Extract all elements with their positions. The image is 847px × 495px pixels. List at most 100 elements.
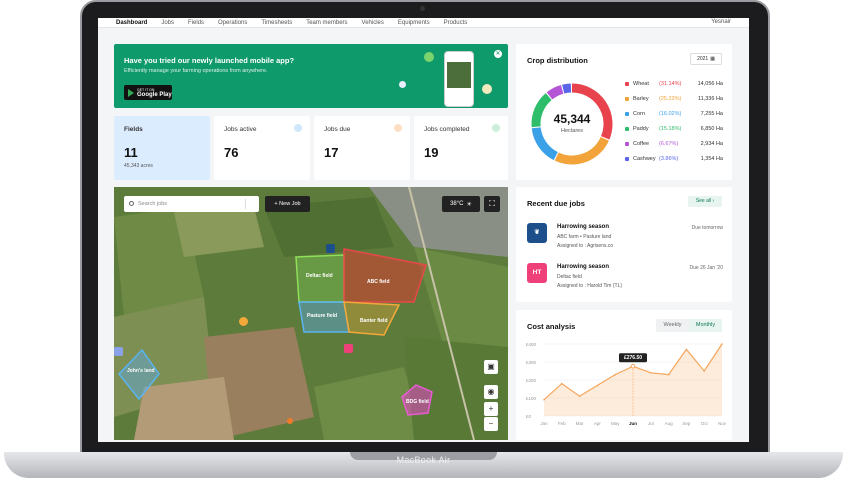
period-toggle: Weekly Monthly <box>656 319 722 332</box>
crop-row: Cashwey (3.86%) 1,354 Ha <box>625 156 723 162</box>
panel-title: Recent due jobs <box>527 199 585 208</box>
data-point[interactable] <box>578 395 581 397</box>
stat-label: Jobs completed <box>424 126 470 133</box>
decor-bubble <box>424 52 434 62</box>
data-point[interactable] <box>561 382 563 385</box>
user-name[interactable]: Yesnair <box>711 18 731 26</box>
sun-icon: ☀ <box>466 201 472 208</box>
weather-pin-icon[interactable] <box>239 317 248 326</box>
stat-jobs-active[interactable]: Jobs active 76 <box>214 116 310 180</box>
nav-item-jobs[interactable]: Jobs <box>161 19 174 27</box>
job-pin-icon[interactable] <box>287 418 293 424</box>
stat-value: 17 <box>324 145 339 160</box>
close-icon[interactable]: ✕ <box>494 50 502 58</box>
zoom-in-button[interactable]: + <box>484 402 498 416</box>
layers-icon[interactable]: ▣ <box>484 360 498 374</box>
zoom-out-button[interactable]: − <box>484 417 498 431</box>
stat-value: 11 <box>124 145 138 160</box>
crop-row: Corn (16.02%) 7,255 Ha <box>625 111 723 117</box>
play-icon <box>128 88 134 97</box>
new-job-label: New Job <box>279 201 301 207</box>
x-tick-label: May <box>611 421 620 426</box>
nav-item-equipments[interactable]: Equipments <box>398 19 430 27</box>
nav-item-operations[interactable]: Operations <box>218 19 247 27</box>
field-map[interactable]: Deltac field ABC field Pasture field Ban… <box>114 187 508 440</box>
google-play-button[interactable]: GET IT ON Google Play <box>124 85 172 100</box>
job-item[interactable]: ❦ Harrowing season ABC farm • Pasture la… <box>527 223 723 253</box>
leaf-icon: ❦ <box>527 223 547 243</box>
data-point[interactable] <box>703 370 705 372</box>
year-value: 2021 <box>697 56 709 62</box>
x-tick-label: Feb <box>558 421 566 426</box>
tab-monthly[interactable]: Monthly <box>689 319 722 332</box>
job-assignee: Assigned to : Harold Tim (TL) <box>557 283 623 289</box>
map-field-label[interactable]: Deltac field <box>306 273 333 279</box>
year-select[interactable]: 2021 ▦ <box>690 53 722 65</box>
new-job-button[interactable]: + New Job <box>265 196 310 212</box>
data-point[interactable] <box>596 384 599 387</box>
x-tick-label: Oct <box>701 421 709 426</box>
nav-item-fields[interactable]: Fields <box>188 19 204 27</box>
job-pin-icon[interactable] <box>114 347 123 356</box>
data-point[interactable] <box>721 343 723 345</box>
data-point[interactable] <box>543 399 545 401</box>
stat-jobs-completed[interactable]: Jobs completed 19 <box>414 116 508 180</box>
crop-row: Wheat (31.14%) 14,056 Ha <box>625 81 723 87</box>
check-icon <box>492 124 500 132</box>
filter-icon[interactable] <box>245 199 255 209</box>
job-due: Due tomorrow <box>691 225 723 231</box>
job-pin-icon[interactable] <box>344 344 353 353</box>
y-tick-label: £0 <box>526 414 532 419</box>
temperature: 38°C <box>450 201 464 207</box>
legend-swatch <box>625 82 629 86</box>
nav-item-timesheets[interactable]: Timesheets <box>261 19 292 27</box>
promo-title: Have you tried our newly launched mobile… <box>124 56 295 65</box>
map-field-label[interactable]: Banter field <box>360 318 388 324</box>
crop-distribution-panel: Crop distribution 2021 ▦ 45,344 Hectares … <box>516 44 732 180</box>
crop-total: 45,344 <box>553 112 591 126</box>
y-tick-label: £100 <box>526 396 537 401</box>
data-point[interactable] <box>685 348 688 351</box>
weather-badge[interactable]: 38°C ☀ <box>442 196 480 212</box>
decor-bubble <box>482 84 492 94</box>
job-location: ABC farm • Pasture land <box>557 234 612 240</box>
locate-icon[interactable]: ◉ <box>484 385 498 399</box>
cost-analysis-panel: Cost analysis Weekly Monthly £400 £300 £20… <box>516 310 732 440</box>
data-point[interactable] <box>667 373 670 376</box>
data-point[interactable] <box>650 372 652 374</box>
calendar-icon: ▦ <box>710 56 715 62</box>
map-field-label[interactable]: John's land <box>127 368 155 374</box>
highlight-point[interactable] <box>630 363 636 369</box>
data-point[interactable] <box>614 373 616 376</box>
nav-item-team[interactable]: Team members <box>306 19 347 27</box>
crop-row: Coffee (6.67%) 2,934 Ha <box>625 141 723 147</box>
promo-banner: Have you tried our newly launched mobile… <box>114 44 508 108</box>
x-tick-label: Aug <box>665 421 674 426</box>
plus-icon: + <box>274 201 278 207</box>
stat-jobs-due[interactable]: Jobs due 17 <box>314 116 410 180</box>
drop-icon <box>294 124 302 132</box>
x-tick-label: Jan <box>540 421 548 426</box>
stat-fields[interactable]: Fields 11 45,343 acres <box>114 116 210 180</box>
donut-slice-barley <box>554 136 609 165</box>
map-field-label[interactable]: Pasture field <box>307 313 337 319</box>
fullscreen-icon[interactable]: ⛶ <box>484 196 500 212</box>
store-name: Google Play <box>137 91 172 98</box>
map-field-label[interactable]: BDG field <box>406 399 429 405</box>
stat-label: Jobs active <box>224 126 257 133</box>
search-input[interactable]: Search jobs <box>124 196 259 212</box>
see-all-button[interactable]: See all › <box>688 196 722 207</box>
x-tick-label: Sep <box>682 421 691 426</box>
nav-item-vehicles[interactable]: Vehicles <box>362 19 384 27</box>
phone-mockup <box>444 51 474 107</box>
tab-weekly[interactable]: Weekly <box>656 319 689 332</box>
decor-bubble <box>399 81 406 88</box>
legend-swatch <box>625 97 629 101</box>
map-field-label[interactable]: ABC field <box>367 279 390 285</box>
nav-item-dashboard[interactable]: Dashboard <box>116 19 147 27</box>
device-model: MacBook Air <box>396 455 451 465</box>
cost-area-chart: £400 £300 £200 £100 £0 Jan Feb Mar Apr May Jun Jul A… <box>526 342 727 426</box>
nav-item-products[interactable]: Products <box>444 19 468 27</box>
job-item[interactable]: HT Harrowing season Deltac field Assigne… <box>527 263 723 293</box>
job-pin-icon[interactable] <box>326 244 335 253</box>
